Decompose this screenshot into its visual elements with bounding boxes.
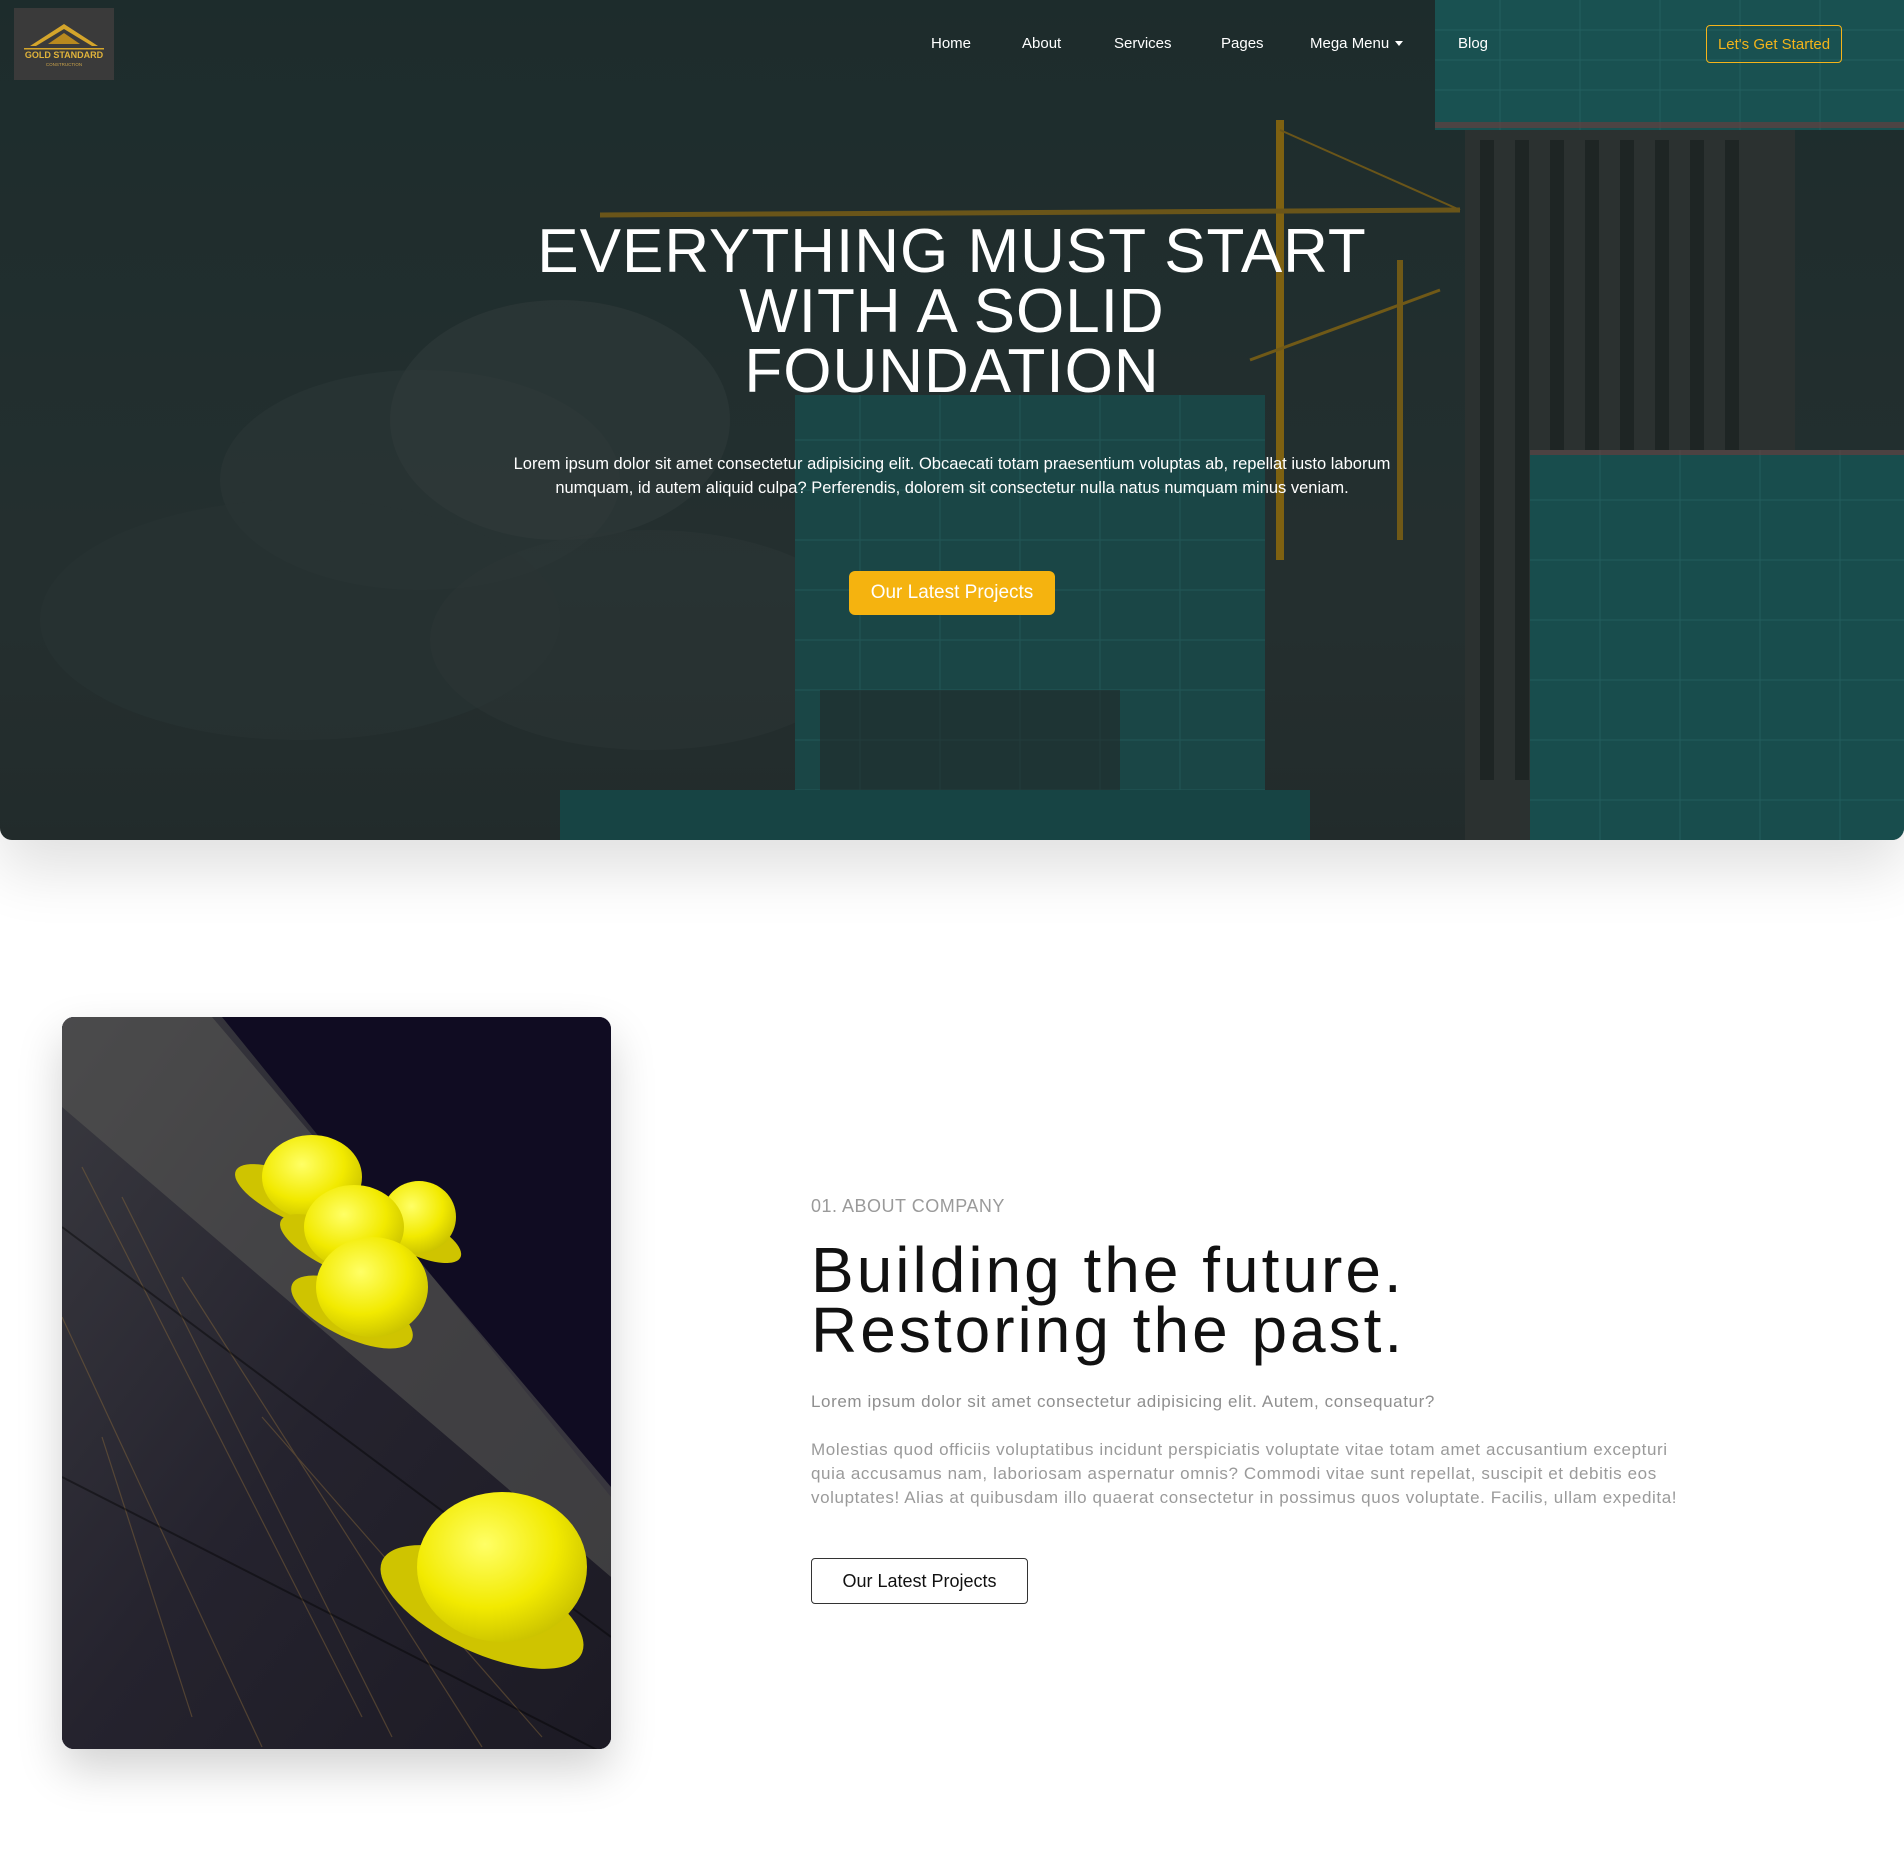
hero-section: GOLD STANDARD CONSTRUCTION Home About Se… [0, 0, 1904, 840]
hero-title-line-1: EVERYTHING MUST START [537, 217, 1367, 286]
hard-hats-illustration [62, 1017, 611, 1749]
caret-down-icon [1395, 40, 1404, 46]
nav-item-mega-menu-label: Mega Menu [1310, 35, 1390, 52]
get-started-button[interactable]: Let's Get Started [1706, 25, 1842, 63]
main-navigation: Home About Services Pages Mega Menu Blog [0, 30, 1904, 58]
nav-item-blog[interactable]: Blog [1458, 30, 1488, 58]
hero-title: EVERYTHING MUST START WITH A SOLID FOUND… [452, 221, 1452, 403]
nav-item-about[interactable]: About [1022, 30, 1061, 58]
nav-item-home[interactable]: Home [931, 30, 971, 58]
hero-title-line-3: FOUNDATION [744, 337, 1160, 406]
about-eyebrow: 01. ABOUT COMPANY [811, 1196, 1005, 1216]
hero-latest-projects-button[interactable]: Our Latest Projects [849, 571, 1055, 615]
nav-item-pages[interactable]: Pages [1221, 30, 1264, 58]
hard-hats-image [62, 1017, 611, 1749]
about-title: Building the future. Restoring the past. [811, 1238, 1711, 1362]
about-latest-projects-button[interactable]: Our Latest Projects [811, 1558, 1028, 1604]
hero-dark-overlay [0, 0, 1904, 840]
about-lead-text: Lorem ipsum dolor sit amet consectetur a… [811, 1392, 1435, 1411]
about-body-text: Molestias quod officiis voluptatibus inc… [811, 1440, 1678, 1507]
hero-title-line-2: WITH A SOLID [739, 277, 1165, 346]
about-title-line-2: Restoring the past. [811, 1294, 1406, 1366]
nav-item-mega-menu[interactable]: Mega Menu [1310, 30, 1404, 58]
hero-description: Lorem ipsum dolor sit amet consectetur a… [513, 455, 1391, 497]
svg-text:CONSTRUCTION: CONSTRUCTION [46, 62, 82, 67]
nav-item-services[interactable]: Services [1114, 30, 1172, 58]
